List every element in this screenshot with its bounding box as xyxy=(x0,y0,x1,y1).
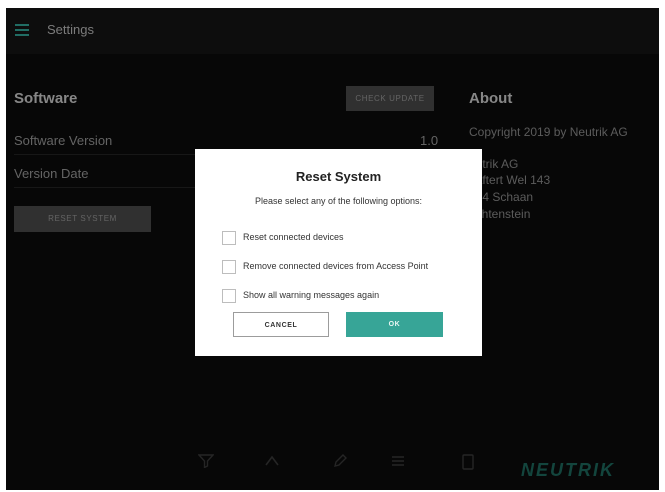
app-screen: Settings Software CHECK UPDATE Software … xyxy=(6,8,659,490)
option-label: Reset connected devices xyxy=(243,232,344,242)
checkbox[interactable] xyxy=(222,260,236,274)
cancel-button[interactable]: CANCEL xyxy=(233,312,329,337)
checkbox[interactable] xyxy=(222,289,236,303)
checkbox[interactable] xyxy=(222,231,236,245)
dialog-title: Reset System xyxy=(295,169,382,184)
option-label: Show all warning messages again xyxy=(243,290,380,300)
reset-system-dialog: Reset System Please select any of the fo… xyxy=(195,149,482,356)
ok-button[interactable]: OK xyxy=(346,312,443,337)
dialog-subtitle: Please select any of the following optio… xyxy=(254,196,423,206)
option-label: Remove connected devices from Access Poi… xyxy=(243,261,429,271)
